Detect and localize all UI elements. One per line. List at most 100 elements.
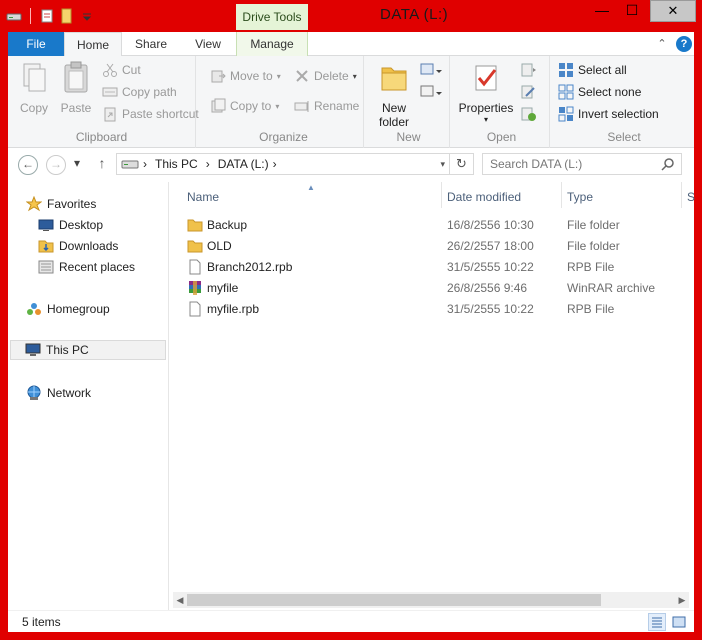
select-group: Select all Select none Invert selection … <box>554 56 694 148</box>
winrar-icon <box>189 281 201 295</box>
tab-view[interactable]: View <box>180 32 236 56</box>
customize-qat-icon[interactable] <box>79 8 95 24</box>
column-divider[interactable] <box>681 182 682 208</box>
sidebar-label: Recent places <box>59 260 136 274</box>
search-icon[interactable] <box>661 157 675 171</box>
close-button[interactable]: ✕ <box>650 0 696 22</box>
forward-button[interactable]: → <box>46 155 66 175</box>
paste-shortcut-button[interactable]: Paste shortcut <box>102 104 199 124</box>
search-input[interactable]: Search DATA (L:) <box>482 153 682 175</box>
delete-label: Delete <box>314 69 349 83</box>
breadcrumb-separator-icon[interactable]: › <box>273 157 277 171</box>
cut-label: Cut <box>122 63 141 77</box>
edit-icon[interactable] <box>520 84 538 100</box>
recent-locations-icon[interactable]: ▾ <box>70 155 84 175</box>
horizontal-scrollbar[interactable]: ◀ ▶ <box>173 592 689 608</box>
folder-icon <box>187 240 203 253</box>
select-none-button[interactable]: Select none <box>558 82 641 102</box>
tab-home[interactable]: Home <box>64 32 122 57</box>
new-group: New folder New <box>368 56 450 148</box>
details-view-icon <box>652 617 662 628</box>
copy-label: Copy <box>19 101 48 115</box>
new-folder-qat-icon[interactable] <box>59 8 75 24</box>
sidebar-item-desktop[interactable]: Desktop <box>38 215 103 235</box>
breadcrumb-separator-icon[interactable]: › <box>143 157 147 171</box>
refresh-button[interactable]: ↻ <box>450 153 474 175</box>
paste-shortcut-label: Paste shortcut <box>122 107 199 121</box>
move-to-button[interactable]: Move to ▾ <box>210 66 281 86</box>
delete-icon <box>296 70 308 82</box>
sidebar-item-recent-places[interactable]: Recent places <box>38 257 135 277</box>
address-dropdown-icon[interactable]: ▾ <box>440 159 445 170</box>
cut-button[interactable]: Cut <box>102 60 141 80</box>
up-button[interactable]: ↑ <box>92 155 112 175</box>
table-row[interactable]: Backup 16/8/2556 10:30 File folder <box>169 215 695 236</box>
copy-path-button[interactable]: Copy path <box>102 82 177 102</box>
table-row[interactable]: OLD 26/2/2557 18:00 File folder <box>169 236 695 257</box>
file-type: RPB File <box>567 302 615 316</box>
minimize-button[interactable]: — <box>588 0 616 22</box>
copy-button[interactable]: Copy <box>16 60 52 115</box>
properties-button[interactable]: Properties ▾ <box>458 60 514 124</box>
scroll-left-icon[interactable]: ◀ <box>174 593 186 607</box>
explorer-window: Drive Tools DATA (L:) — ☐ ✕ File Home Sh… <box>0 0 702 640</box>
paste-button[interactable]: Paste <box>58 60 94 115</box>
details-view-button[interactable] <box>648 613 666 631</box>
sidebar-item-homegroup[interactable]: Homegroup <box>26 299 110 319</box>
sidebar-item-network[interactable]: Network <box>26 383 91 403</box>
copy-to-button[interactable]: Copy to ▾ <box>210 96 279 116</box>
ribbon-tabs: File Home Share View Manage ⌃ ? <box>8 32 694 57</box>
navigation-pane: Favorites Desktop Downloads Recent place… <box>8 182 168 610</box>
history-icon[interactable] <box>520 106 538 122</box>
ribbon-collapse-icon[interactable]: ⌃ <box>654 36 670 52</box>
open-icon[interactable] <box>520 62 538 78</box>
file-type: File folder <box>567 218 620 232</box>
new-folder-button[interactable]: New folder <box>372 60 416 129</box>
new-folder-icon <box>381 67 407 91</box>
delete-button[interactable]: Delete ▾ <box>294 66 357 86</box>
column-divider[interactable] <box>441 182 442 208</box>
easy-access-icon[interactable] <box>420 84 442 102</box>
breadcrumb-separator-icon[interactable]: › <box>206 157 210 171</box>
rename-button[interactable]: Rename <box>294 96 359 116</box>
column-header-size[interactable]: Si <box>687 190 695 204</box>
sidebar-item-this-pc[interactable]: This PC <box>10 340 166 360</box>
new-item-icon[interactable] <box>420 62 442 80</box>
sidebar-item-downloads[interactable]: Downloads <box>38 236 118 256</box>
back-button[interactable]: ← <box>18 155 38 175</box>
file-list: ▲ Name Date modified Type Si Backup 16/8… <box>168 182 695 610</box>
maximize-button[interactable]: ☐ <box>618 0 646 22</box>
help-icon[interactable]: ? <box>676 36 692 52</box>
file-name: OLD <box>207 239 232 253</box>
table-row[interactable]: myfile 26/8/2556 9:46 WinRAR archive <box>169 278 695 299</box>
column-header-type[interactable]: Type <box>567 190 593 204</box>
drive-icon[interactable] <box>6 8 22 24</box>
scroll-right-icon[interactable]: ▶ <box>676 593 688 607</box>
select-all-button[interactable]: Select all <box>558 60 627 80</box>
breadcrumb-this-pc[interactable]: This PC <box>155 157 198 171</box>
invert-selection-button[interactable]: Invert selection <box>558 104 659 124</box>
large-icons-view-button[interactable] <box>670 613 688 631</box>
address-bar[interactable]: › This PC › DATA (L:) › ▾ <box>116 153 450 175</box>
clipboard-group: Copy Paste Cut Copy path Paste shortcut … <box>8 56 199 148</box>
select-all-label: Select all <box>578 63 627 77</box>
table-row[interactable]: Branch2012.rpb 31/5/2555 10:22 RPB File <box>169 257 695 278</box>
tab-manage[interactable]: Manage <box>236 32 308 56</box>
scrollbar-thumb[interactable] <box>187 594 601 606</box>
tab-file[interactable]: File <box>8 32 64 56</box>
column-divider[interactable] <box>561 182 562 208</box>
sidebar-item-favorites[interactable]: Favorites <box>26 194 96 214</box>
column-header-name[interactable]: Name <box>187 190 219 204</box>
properties-qat-icon[interactable] <box>39 8 55 24</box>
column-header-date[interactable]: Date modified <box>447 190 521 204</box>
tab-share[interactable]: Share <box>122 32 180 56</box>
copy-path-icon <box>102 87 118 97</box>
rename-label: Rename <box>314 99 360 113</box>
table-row[interactable]: myfile.rpb 31/5/2555 10:22 RPB File <box>169 299 695 320</box>
breadcrumb-data-drive[interactable]: DATA (L:) <box>218 157 269 171</box>
drive-tools-label: Drive Tools <box>236 4 308 30</box>
file-type: File folder <box>567 239 620 253</box>
organize-group-label: Organize <box>259 130 308 144</box>
window-title: DATA (L:) <box>380 6 449 23</box>
file-date: 16/8/2556 10:30 <box>447 218 534 232</box>
